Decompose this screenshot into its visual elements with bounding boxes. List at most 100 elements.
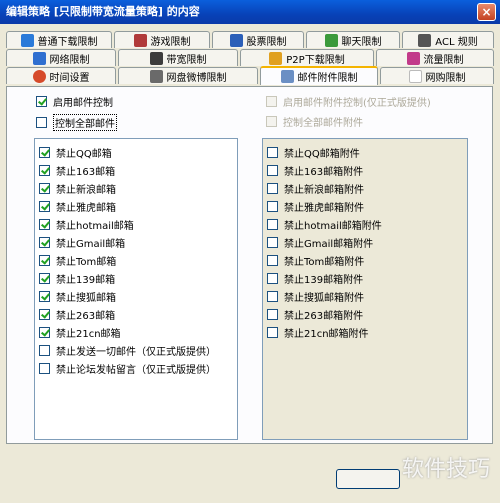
list-item[interactable]: 禁止hotmail邮箱 (39, 217, 134, 232)
tab-label: 带宽限制 (166, 54, 207, 66)
list-item[interactable]: 禁止QQ邮箱附件 (267, 145, 360, 160)
mail-block-list[interactable]: 禁止QQ邮箱 禁止163邮箱 禁止新浪邮箱 禁止雅虎邮箱 禁止hotmail邮箱… (34, 138, 238, 440)
item-label: 禁止163邮箱附件 (284, 167, 364, 178)
tab-label: P2P下载限制 (286, 54, 345, 66)
window-titlebar: 编辑策略 [只限制带宽流量策略] 的内容 × (0, 0, 500, 24)
checkbox[interactable] (267, 237, 278, 248)
list-item[interactable]: 禁止搜狐邮箱 (39, 289, 116, 304)
checkbox[interactable] (39, 309, 50, 320)
list-item[interactable]: 禁止新浪邮箱附件 (267, 181, 364, 196)
chat-icon (324, 33, 338, 47)
tab-mail-attachment[interactable]: 邮件附件限制 (260, 66, 378, 85)
tab-time[interactable]: 时间设置 (6, 67, 116, 84)
list-item[interactable]: 禁止搜狐邮箱附件 (267, 289, 364, 304)
network-icon (32, 51, 46, 65)
mail-icon (280, 70, 294, 83)
enable-attachment-checkbox[interactable] (266, 96, 277, 107)
tab-label: 网购限制 (425, 72, 466, 84)
list-item[interactable]: 禁止163邮箱附件 (267, 163, 363, 178)
enable-attachment-label: 启用邮件附件控制(仅正式版提供) (283, 98, 431, 109)
item-label: 禁止雅虎邮箱 (56, 203, 116, 214)
list-item[interactable]: 禁止Tom邮箱 (39, 253, 116, 268)
control-all-mail[interactable]: 控制全部邮件 (36, 114, 117, 131)
item-label: 禁止发送一切邮件（仅正式版提供） (56, 347, 216, 358)
game-icon (133, 33, 147, 47)
checkbox[interactable] (39, 363, 50, 374)
tab-bandwidth[interactable]: 带宽限制 (118, 49, 238, 66)
checkbox[interactable] (39, 219, 50, 230)
tab-label: ACL 规则 (435, 36, 478, 48)
item-label: 禁止QQ邮箱 (56, 149, 112, 160)
control-all-mail-label: 控制全部邮件 (53, 114, 117, 131)
checkbox[interactable] (267, 165, 278, 176)
checkbox[interactable] (267, 219, 278, 230)
tab-chat[interactable]: 聊天限制 (306, 31, 400, 48)
list-item[interactable]: 禁止发送一切邮件（仅正式版提供） (39, 343, 216, 358)
checkbox[interactable] (39, 273, 50, 284)
checkbox[interactable] (267, 291, 278, 302)
list-item[interactable]: 禁止Gmail邮箱 (39, 235, 125, 250)
checkbox[interactable] (267, 255, 278, 266)
tab-stock[interactable]: 股票限制 (212, 31, 304, 48)
control-all-attachment[interactable]: 控制全部邮件附件 (266, 114, 363, 129)
tab-shopping[interactable]: 网购限制 (380, 67, 494, 84)
checkbox[interactable] (267, 273, 278, 284)
checkbox[interactable] (267, 327, 278, 338)
list-item[interactable]: 禁止163邮箱 (39, 163, 115, 178)
checkbox[interactable] (267, 147, 278, 158)
bandwidth-icon (149, 51, 163, 65)
checkbox[interactable] (39, 291, 50, 302)
list-item[interactable]: 禁止21cn邮箱 (39, 325, 121, 340)
checkbox[interactable] (39, 345, 50, 356)
tab-cloud[interactable]: 网盘微博限制 (118, 67, 258, 84)
tab-normal-download[interactable]: 普通下载限制 (6, 31, 112, 48)
tab-network[interactable]: 网络限制 (6, 49, 116, 66)
tab-game[interactable]: 游戏限制 (114, 31, 210, 48)
enable-mail-control[interactable]: 启用邮件控制 (36, 94, 113, 109)
checkbox[interactable] (267, 309, 278, 320)
item-label: 禁止雅虎邮箱附件 (284, 203, 364, 214)
control-all-mail-checkbox[interactable] (36, 117, 47, 128)
control-all-attachment-checkbox[interactable] (266, 116, 277, 127)
item-label: 禁止hotmail邮箱 (56, 221, 134, 232)
tab-traffic[interactable]: 流量限制 (376, 49, 494, 66)
ok-button[interactable] (336, 469, 400, 489)
list-item[interactable]: 禁止21cn邮箱附件 (267, 325, 369, 340)
shop-icon (408, 69, 422, 83)
list-item[interactable]: 禁止hotmail邮箱附件 (267, 217, 382, 232)
tab-acl[interactable]: ACL 规则 (402, 31, 494, 48)
watermark-text: 软件技巧 (401, 457, 490, 482)
checkbox[interactable] (267, 183, 278, 194)
list-item[interactable]: 禁止Tom邮箱附件 (267, 253, 364, 268)
item-label: 禁止263邮箱 (56, 311, 116, 322)
tab-label: 时间设置 (49, 72, 90, 84)
traffic-icon (406, 51, 420, 65)
enable-attachment-control[interactable]: 启用邮件附件控制(仅正式版提供) (266, 94, 431, 109)
checkbox[interactable] (267, 201, 278, 212)
attachment-block-list[interactable]: 禁止QQ邮箱附件 禁止163邮箱附件 禁止新浪邮箱附件 禁止雅虎邮箱附件 禁止h… (262, 138, 468, 440)
list-item[interactable]: 禁止雅虎邮箱附件 (267, 199, 364, 214)
list-item[interactable]: 禁止263邮箱附件 (267, 307, 363, 322)
list-item[interactable]: 禁止263邮箱 (39, 307, 115, 322)
list-item[interactable]: 禁止论坛发帖留言（仅正式版提供） (39, 361, 216, 376)
list-item[interactable]: 禁止雅虎邮箱 (39, 199, 116, 214)
checkbox[interactable] (39, 255, 50, 266)
tab-label: 普通下载限制 (37, 36, 98, 48)
checkbox[interactable] (39, 183, 50, 194)
item-label: 禁止139邮箱 (56, 275, 116, 286)
list-item[interactable]: 禁止新浪邮箱 (39, 181, 116, 196)
close-button[interactable]: × (477, 3, 496, 21)
checkbox[interactable] (39, 327, 50, 338)
tab-p2p[interactable]: P2P下载限制 (240, 49, 374, 66)
list-item[interactable]: 禁止Gmail邮箱附件 (267, 235, 373, 250)
checkbox[interactable] (39, 147, 50, 158)
tab-label: 邮件附件限制 (297, 73, 358, 84)
checkbox[interactable] (39, 237, 50, 248)
enable-mail-checkbox[interactable] (36, 96, 47, 107)
checkbox[interactable] (39, 165, 50, 176)
list-item[interactable]: 禁止139邮箱 (39, 271, 115, 286)
checkbox[interactable] (39, 201, 50, 212)
list-item[interactable]: 禁止QQ邮箱 (39, 145, 112, 160)
list-item[interactable]: 禁止139邮箱附件 (267, 271, 363, 286)
item-label: 禁止搜狐邮箱附件 (284, 293, 364, 304)
